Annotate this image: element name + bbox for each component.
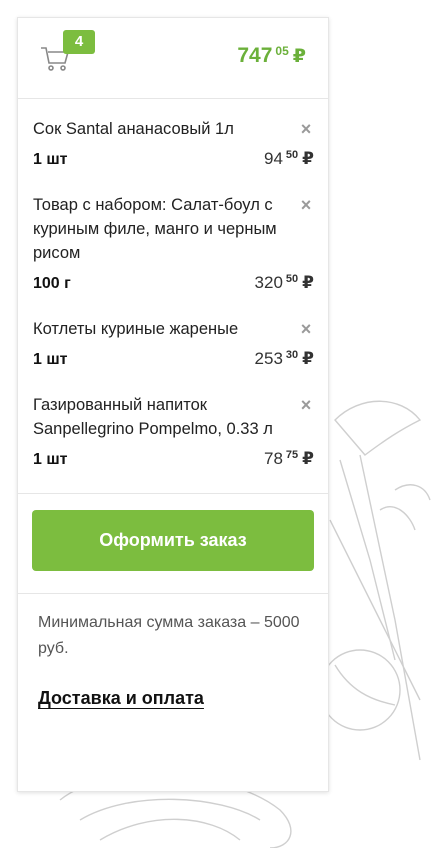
- item-price-fraction: 30: [285, 349, 299, 361]
- item-price: 320 50 ₽: [255, 273, 314, 293]
- item-price-fraction: 50: [285, 273, 299, 285]
- delivery-payment-link[interactable]: Доставка и оплата: [38, 688, 204, 709]
- order-section: Оформить заказ: [18, 494, 328, 594]
- item-price: 78 75 ₽: [264, 449, 314, 469]
- item-price-currency: ₽: [302, 149, 314, 168]
- item-quantity: 1 шт: [33, 351, 68, 368]
- cart-items-list: Сок Santal ананасовый 1л × 1 шт 94 50 ₽ …: [18, 99, 328, 469]
- item-quantity: 1 шт: [33, 151, 68, 168]
- item-price-integer: 253: [254, 349, 283, 368]
- close-icon[interactable]: ×: [298, 120, 314, 138]
- item-name: Товар с набором: Салат-боул с куриным фи…: [33, 196, 277, 262]
- item-price-fraction: 50: [285, 149, 299, 161]
- cart-item: Сок Santal ананасовый 1л × 1 шт 94 50 ₽: [18, 117, 328, 169]
- cart-total: 747 05 ₽: [237, 44, 306, 70]
- item-quantity: 100 г: [33, 275, 71, 292]
- close-icon[interactable]: ×: [298, 196, 314, 214]
- cart-footer: Минимальная сумма заказа – 5000 руб. Дос…: [18, 594, 328, 725]
- item-price-currency: ₽: [302, 273, 314, 292]
- cart-item: Товар с набором: Салат-боул с куриным фи…: [18, 193, 328, 293]
- item-price-integer: 94: [263, 149, 283, 168]
- item-price: 253 30 ₽: [255, 349, 314, 369]
- item-price: 94 50 ₽: [264, 149, 314, 169]
- cart-item: Газированный напиток Sanpellegrino Pompe…: [18, 393, 328, 469]
- item-price-currency: ₽: [302, 449, 314, 468]
- cart-item: Котлеты куриные жареные × 1 шт 253 30 ₽: [18, 317, 328, 369]
- cart-total-currency: ₽: [292, 46, 306, 67]
- item-quantity: 1 шт: [33, 451, 68, 468]
- checkout-button[interactable]: Оформить заказ: [32, 510, 314, 571]
- item-name: Сок Santal ананасовый 1л: [33, 120, 234, 138]
- cart-panel: 4 747 05 ₽ Сок Santal ананасовый 1л × 1 …: [17, 17, 329, 792]
- item-price-fraction: 75: [285, 449, 299, 461]
- cart-header: 4 747 05 ₽: [18, 18, 328, 99]
- cart-total-fraction: 05: [275, 44, 289, 58]
- cart-total-integer: 747: [237, 44, 273, 67]
- close-icon[interactable]: ×: [298, 396, 314, 414]
- close-icon[interactable]: ×: [298, 320, 314, 338]
- item-price-integer: 320: [254, 273, 283, 292]
- item-price-integer: 78: [263, 449, 283, 468]
- item-name: Котлеты куриные жареные: [33, 320, 239, 338]
- cart-count-badge: 4: [63, 30, 95, 54]
- item-price-currency: ₽: [302, 349, 314, 368]
- minimum-order-note: Минимальная сумма заказа – 5000 руб.: [38, 614, 300, 657]
- item-name: Газированный напиток Sanpellegrino Pompe…: [33, 396, 273, 438]
